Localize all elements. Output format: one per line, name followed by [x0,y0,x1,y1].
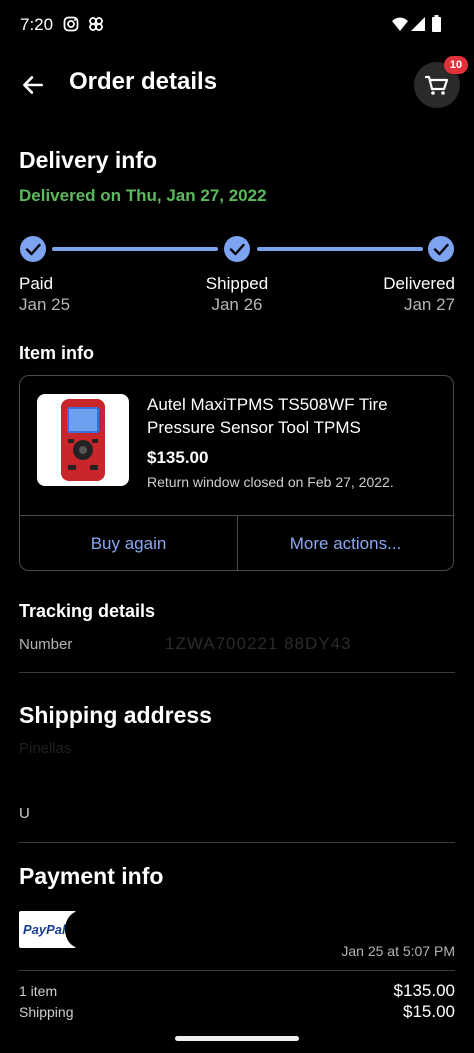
item-image[interactable] [37,394,129,486]
items-subtotal: $135.00 [393,981,455,1000]
instagram-icon [63,16,79,32]
delivery-info-heading: Delivery info [19,147,158,173]
delivery-status-text: Delivered on Thu, Jan 27, 2022 [19,186,267,205]
shipping-cost-label: Shipping [19,1004,74,1020]
home-indicator[interactable] [175,1036,299,1041]
step-delivered-date: Jan 27 [403,295,455,314]
logo-mask [65,911,76,948]
tracking-details-heading: Tracking details [19,601,156,621]
paypal-logo: PayPal [19,911,76,948]
cell-signal-icon [411,17,425,31]
payment-info-heading: Payment info [19,863,164,889]
cart-count-badge: 10 [444,56,468,74]
shipped-check-icon [224,236,250,262]
status-time: 7:20 [20,15,54,34]
paid-check-icon [20,236,46,262]
tpms-tool-image [61,399,105,481]
item-info-heading: Item info [19,343,94,363]
shipping-address-line: Pinellas [19,740,72,757]
payment-date: Jan 25 at 5:07 PM [341,943,455,959]
shipping-address-heading: Shipping address [19,702,212,728]
return-window-note: Return window closed on Feb 27, 2022. [147,474,394,490]
shipping-address-country: U [19,805,30,822]
page-title: Order details [69,68,218,95]
section-divider [19,672,455,673]
back-arrow-icon[interactable] [20,72,46,98]
items-count-label: 1 item [19,983,58,999]
tracking-number-value[interactable]: 1ZWA700221 88DY43 [165,634,351,654]
item-title[interactable]: Autel MaxiTPMS TS508WF Tire Pressure Sen… [147,393,427,439]
paypal-logo-text: PayPal [23,922,66,937]
step-paid-label: Paid [19,274,54,293]
shipping-cost-value: $15.00 [403,1002,455,1021]
battery-icon [432,15,441,32]
section-divider [19,970,455,971]
wifi-icon [392,17,408,31]
tracking-number-label: Number [19,636,73,653]
step-shipped-date: Jan 26 [211,295,263,314]
item-price: $135.00 [147,448,209,467]
pinwheel-app-icon [89,17,103,31]
buy-again-button[interactable]: Buy again [20,516,237,571]
section-divider [19,842,455,843]
progress-line-1 [52,247,218,251]
more-actions-button[interactable]: More actions... [238,516,453,571]
progress-line-2 [257,247,423,251]
step-shipped-label: Shipped [205,274,269,293]
step-delivered-label: Delivered [383,274,455,293]
delivered-check-icon [428,236,454,262]
step-paid-date: Jan 25 [19,295,71,314]
